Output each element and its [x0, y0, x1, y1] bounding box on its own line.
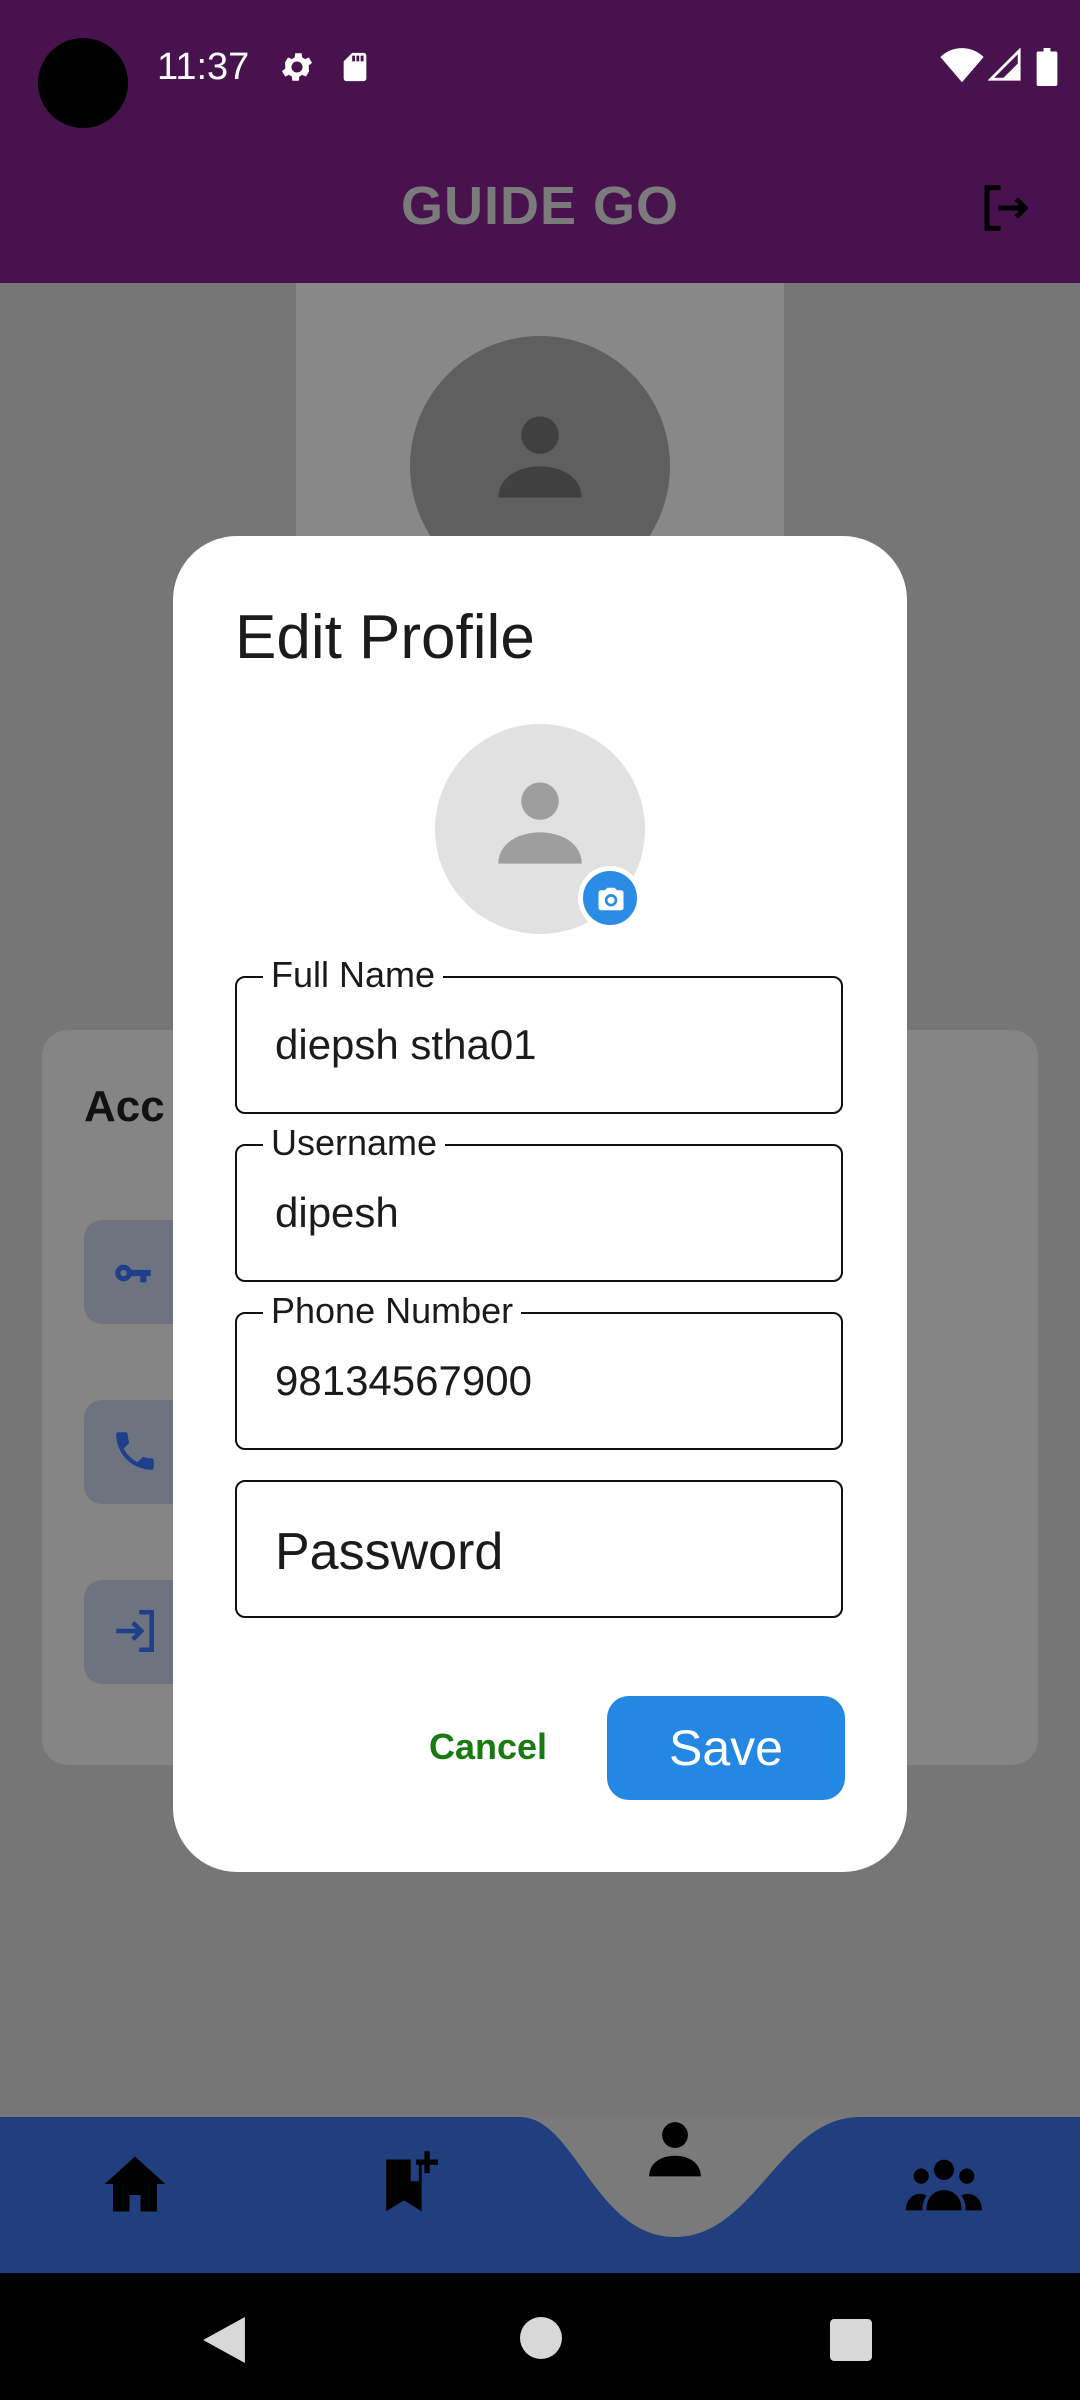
logout-icon[interactable]	[978, 181, 1032, 235]
edit-profile-dialog: Edit Profile Full Name diepsh stha01 Use…	[173, 536, 907, 1872]
background-card-title: Acc	[84, 1082, 165, 1131]
username-input[interactable]: dipesh	[275, 1189, 815, 1237]
bookmark-add-icon[interactable]	[378, 2151, 438, 2217]
home-button-icon[interactable]	[520, 2317, 562, 2359]
login-icon	[116, 1609, 154, 1653]
cancel-button[interactable]: Cancel	[429, 1726, 547, 1768]
password-field[interactable]: Password	[235, 1480, 843, 1618]
system-nav-bar	[0, 2273, 1080, 2400]
battery-icon	[1036, 48, 1058, 86]
recents-icon[interactable]	[830, 2319, 872, 2361]
profile-icon[interactable]	[644, 2117, 706, 2179]
wifi-icon	[940, 48, 984, 83]
app-bar: GUIDE GO	[0, 135, 1080, 283]
password-placeholder[interactable]: Password	[275, 1522, 503, 1582]
settings-icon	[281, 53, 313, 81]
app-title: GUIDE GO	[400, 176, 680, 236]
phone-number-label: Phone Number	[263, 1290, 522, 1332]
bottom-nav	[0, 2117, 1080, 2273]
full-name-label: Full Name	[263, 954, 444, 996]
person-icon	[498, 782, 582, 864]
person-icon	[498, 416, 582, 498]
phone-icon	[116, 1432, 154, 1470]
phone-number-field[interactable]: Phone Number 98134567900	[235, 1290, 843, 1450]
phone-number-input[interactable]: 98134567900	[275, 1357, 815, 1405]
dialog-title: Edit Profile	[235, 603, 535, 672]
camera-icon	[598, 887, 624, 911]
full-name-input[interactable]: diepsh stha01	[275, 1021, 815, 1069]
username-label: Username	[263, 1122, 446, 1164]
key-icon	[115, 1264, 151, 1283]
signal-icon	[988, 48, 1021, 81]
sd-card-icon	[343, 52, 367, 82]
back-icon[interactable]	[202, 2317, 246, 2363]
home-icon[interactable]	[102, 2153, 168, 2215]
groups-icon[interactable]	[906, 2157, 982, 2213]
full-name-field[interactable]: Full Name diepsh stha01	[235, 954, 843, 1114]
change-photo-button[interactable]	[578, 866, 642, 930]
status-bar: 11:37	[0, 0, 1080, 135]
status-time: 11:37	[157, 46, 250, 88]
camera-cutout	[38, 38, 128, 128]
save-button[interactable]: Save	[607, 1696, 845, 1800]
username-field[interactable]: Username dipesh	[235, 1122, 843, 1282]
